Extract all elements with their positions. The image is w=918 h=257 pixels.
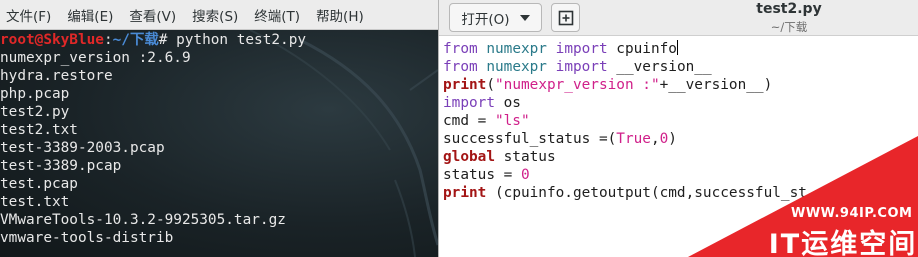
punctuation: ,	[650, 131, 660, 147]
menu-terminal[interactable]: 终端(T)	[254, 5, 300, 25]
punctuation: (	[486, 77, 495, 93]
document-title: test2.py	[756, 1, 822, 17]
prompt-path: ~/下载	[112, 32, 159, 48]
watermark: WWW.94IP.COM IT运维空间	[688, 136, 918, 257]
string-literal: "ls"	[494, 113, 530, 129]
output-line: vmware-tools-distrib	[0, 230, 174, 246]
keyword: global	[443, 149, 495, 165]
output-line: hydra.restore	[0, 68, 113, 84]
code-line: cmd = "ls"	[443, 112, 807, 130]
code-line: import os	[443, 94, 807, 112]
menu-file[interactable]: 文件(F)	[6, 5, 51, 25]
identifier: status	[494, 149, 556, 165]
identifier: cmd =	[443, 113, 495, 129]
code-line: print("numexpr_version :"+__version__)	[443, 76, 807, 94]
menu-edit[interactable]: 编辑(E)	[67, 5, 113, 25]
output-line: php.pcap	[0, 86, 70, 102]
punctuation: )	[668, 131, 677, 147]
identifier: os	[494, 95, 521, 111]
terminal-menubar: 文件(F) 编辑(E) 查看(V) 搜索(S) 终端(T) 帮助(H)	[0, 0, 438, 30]
document-path: ~/下载	[770, 20, 808, 34]
prompt-command: python test2.py	[167, 32, 307, 48]
keyword: import	[555, 59, 608, 75]
keyword: from	[443, 59, 478, 75]
menu-search[interactable]: 搜索(S)	[192, 5, 238, 25]
output-line: VMwareTools-10.3.2-9925305.tar.gz	[0, 212, 286, 228]
identifier: successful_status =(	[443, 131, 617, 147]
open-button-label: 打开(O)	[461, 11, 510, 28]
identifier: status =	[443, 167, 521, 183]
number-literal: 0	[659, 131, 669, 147]
string-literal: "numexpr_version :"	[495, 77, 660, 93]
code-line: from numexpr import cpuinfo	[443, 40, 807, 58]
watermark-url: WWW.94IP.COM	[791, 206, 913, 221]
identifier: __version__	[607, 59, 712, 75]
terminal-output-area[interactable]: root@SkyBlue:~/下载# python test2.py numex…	[0, 30, 438, 257]
output-line: test-3389-2003.pcap	[0, 140, 165, 156]
chevron-down-icon	[519, 14, 530, 21]
identifier: cpuinfo	[607, 41, 677, 57]
watermark-brand: IT运维空间	[768, 229, 918, 257]
output-line: test.pcap	[0, 176, 78, 192]
open-button[interactable]: 打开(O)	[449, 3, 542, 32]
text-cursor	[676, 40, 678, 55]
module-name: numexpr	[486, 41, 547, 57]
keyword: print	[443, 185, 487, 201]
new-document-icon	[558, 10, 573, 25]
identifier: +__version__)	[659, 77, 773, 93]
keyword: print	[443, 77, 487, 93]
keyword: import	[555, 41, 608, 57]
prompt-line: root@SkyBlue:~/下载# python test2.py	[0, 31, 306, 49]
prompt-separator: :	[103, 32, 113, 48]
terminal-window[interactable]: 文件(F) 编辑(E) 查看(V) 搜索(S) 终端(T) 帮助(H) root…	[0, 0, 438, 257]
number-literal: 0	[520, 167, 530, 183]
editor-headerbar: 打开(O) test2.py ~/下载	[439, 0, 918, 36]
output-line: test-3389.pcap	[0, 158, 122, 174]
output-line: test2.py	[0, 104, 70, 120]
menu-view[interactable]: 查看(V)	[129, 5, 176, 25]
module-name: numexpr	[486, 59, 547, 75]
output-line: numexpr_version :2.6.9	[0, 50, 191, 66]
output-line: test.txt	[0, 194, 70, 210]
prompt-user-host: root@SkyBlue	[0, 32, 104, 48]
keyword: from	[443, 41, 478, 57]
constant: True	[616, 131, 651, 147]
new-document-button[interactable]	[551, 3, 580, 32]
keyword: import	[443, 95, 495, 111]
output-line: test2.txt	[0, 122, 78, 138]
code-line: from numexpr import __version__	[443, 58, 807, 76]
menu-help[interactable]: 帮助(H)	[316, 5, 364, 25]
